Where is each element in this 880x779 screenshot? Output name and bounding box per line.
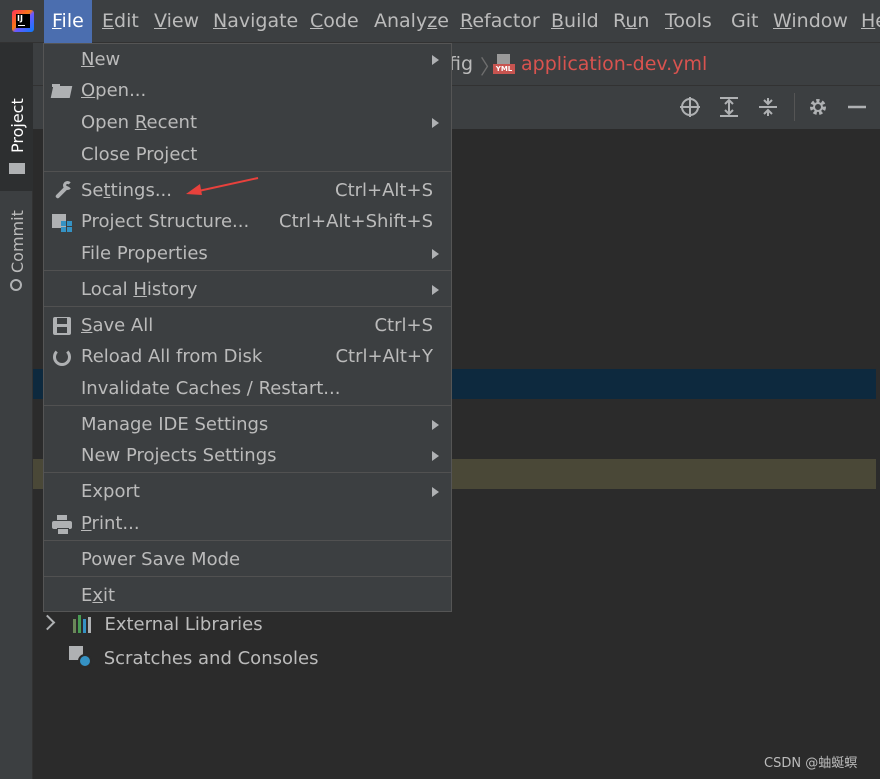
menu-view[interactable]: View (146, 0, 207, 43)
menu-separator (44, 306, 451, 307)
tree-item-external-libraries[interactable]: External Libraries (39, 612, 263, 635)
folder-icon (50, 81, 73, 101)
menu-separator (44, 405, 451, 406)
folder-icon (9, 163, 25, 174)
menu-item-new-projects-settings[interactable]: New Projects Settings (44, 440, 451, 472)
submenu-arrow-icon (432, 420, 439, 430)
menu-item-label: Open Recent (81, 112, 198, 133)
menu-item-new[interactable]: New (44, 44, 451, 76)
locate-icon[interactable] (679, 96, 701, 118)
menu-item-label: File Properties (81, 243, 208, 264)
file-menu-dropdown: New Open... Open Recent Close Project Settin… (43, 43, 452, 612)
menu-item-open-recent[interactable]: Open Recent (44, 107, 451, 139)
hide-panel-icon[interactable] (846, 96, 868, 118)
project-tool-tab[interactable]: Project (0, 43, 33, 191)
reload-icon (52, 347, 72, 367)
tree-item-label: Scratches and Consoles (103, 648, 319, 669)
menu-item-shortcut: Ctrl+Alt+Shift+S (279, 211, 433, 232)
menu-item-label: Power Save Mode (81, 549, 241, 570)
menu-tools[interactable]: Tools (657, 0, 720, 43)
tree-item-scratches[interactable]: Scratches and Consoles (68, 642, 318, 669)
yml-file-icon: YML (493, 54, 515, 74)
menu-item-label: Manage IDE Settings (81, 414, 269, 435)
menu-separator (44, 472, 451, 473)
breadcrumb-file[interactable]: application-dev.yml (521, 53, 707, 75)
menu-item-label: Reload All from Disk (81, 346, 263, 367)
intellij-logo-icon: IJ (12, 10, 34, 32)
menu-separator (44, 270, 451, 271)
scratches-icon (68, 646, 92, 668)
commit-tab-label: Commit (8, 210, 27, 273)
submenu-arrow-icon (432, 451, 439, 461)
submenu-arrow-icon (432, 55, 439, 65)
menu-navigate[interactable]: Navigate (205, 0, 306, 43)
expand-all-icon[interactable] (718, 96, 740, 118)
menu-item-project-structure[interactable]: Project Structure... Ctrl+Alt+Shift+S (44, 206, 451, 238)
menu-he[interactable]: He (853, 0, 880, 43)
submenu-arrow-icon (432, 118, 439, 128)
menu-refactor[interactable]: Refactor (452, 0, 548, 43)
menu-separator (44, 540, 451, 541)
menu-item-reload-all[interactable]: Reload All from Disk Ctrl+Alt+Y (44, 341, 451, 373)
menu-item-label: Project Structure... (81, 211, 250, 232)
commit-tool-tab[interactable]: Commit (0, 195, 33, 305)
menu-run[interactable]: Run (605, 0, 657, 43)
menu-code[interactable]: Code (302, 0, 367, 43)
submenu-arrow-icon (432, 249, 439, 259)
chevron-right-icon[interactable] (39, 614, 56, 631)
print-icon (52, 514, 72, 535)
submenu-arrow-icon (432, 487, 439, 497)
menu-item-label: Save All (81, 315, 154, 336)
menu-item-shortcut: Ctrl+S (374, 315, 433, 336)
submenu-arrow-icon (432, 285, 439, 295)
menu-item-shortcut: Ctrl+Alt+S (335, 180, 433, 201)
menu-item-label: Close Project (81, 144, 198, 165)
menu-edit[interactable]: Edit (94, 0, 147, 43)
menu-item-shortcut: Ctrl+Alt+Y (335, 346, 433, 367)
menu-item-label: Print... (81, 513, 140, 534)
menu-item-label: Export (81, 481, 140, 502)
menu-item-file-properties[interactable]: File Properties (44, 238, 451, 270)
gear-icon[interactable] (807, 96, 829, 118)
project-structure-icon (52, 212, 72, 232)
menu-item-close-project[interactable]: Close Project (44, 139, 451, 171)
annotation-arrow (186, 177, 259, 195)
menu-separator (44, 576, 451, 577)
menu-item-invalidate-caches[interactable]: Invalidate Caches / Restart... (44, 373, 451, 405)
menu-item-power-save-mode[interactable]: Power Save Mode (44, 544, 451, 576)
menu-item-label: New (81, 49, 121, 70)
menu-item-label: Settings... (81, 180, 172, 201)
menu-item-manage-ide-settings[interactable]: Manage IDE Settings (44, 409, 451, 441)
library-icon (72, 615, 93, 633)
menu-item-label: New Projects Settings (81, 445, 277, 466)
menu-item-label: Open... (81, 80, 147, 101)
menu-build[interactable]: Build (543, 0, 607, 43)
menu-item-open[interactable]: Open... (44, 75, 451, 107)
menu-item-label: Exit (81, 585, 116, 606)
menu-item-exit[interactable]: Exit (44, 580, 451, 612)
main-menu-bar: IJ File Edit View Navigate Code Analyze Refact… (0, 0, 880, 43)
wrench-icon (52, 181, 72, 201)
menu-git[interactable]: Git (723, 0, 766, 43)
menu-analyze[interactable]: Analyze (366, 0, 457, 43)
breadcrumb-folder[interactable]: fig (449, 53, 473, 75)
menu-item-local-history[interactable]: Local History (44, 274, 451, 306)
commit-icon (10, 279, 22, 291)
menu-item-label: Invalidate Caches / Restart... (81, 378, 341, 399)
menu-item-label: Local History (81, 279, 198, 300)
watermark: CSDN @蚰蜒螟 (764, 756, 858, 771)
save-icon (52, 316, 72, 336)
menu-file[interactable]: File (44, 0, 92, 43)
menu-item-export[interactable]: Export (44, 476, 451, 508)
toolbar-divider (794, 93, 795, 121)
menu-item-print[interactable]: Print... (44, 508, 451, 540)
menu-item-save-all[interactable]: Save All Ctrl+S (44, 310, 451, 342)
collapse-all-icon[interactable] (757, 96, 779, 118)
tree-item-label: External Libraries (104, 614, 263, 635)
menu-window[interactable]: Window (765, 0, 856, 43)
project-tab-label: Project (8, 98, 27, 153)
